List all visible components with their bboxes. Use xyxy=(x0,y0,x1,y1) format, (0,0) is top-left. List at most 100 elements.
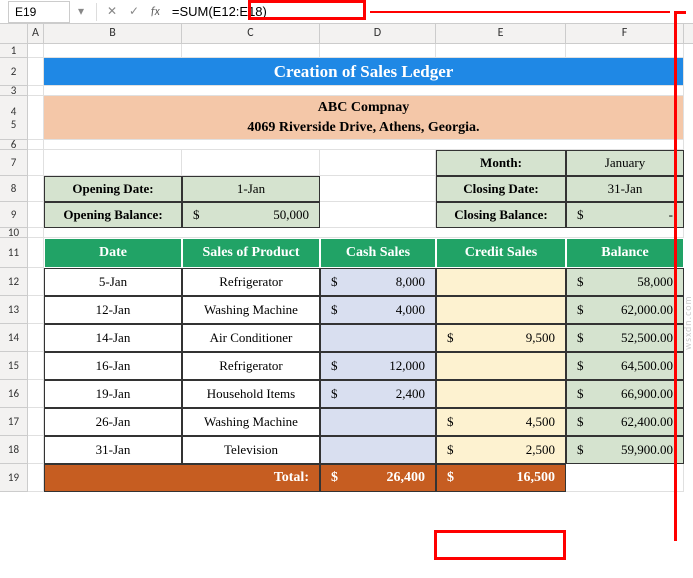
closing-balance-label[interactable]: Closing Balance: xyxy=(436,202,566,228)
cell[interactable] xyxy=(44,150,182,176)
cell-balance[interactable]: $64,500.00 xyxy=(566,352,684,380)
enter-icon[interactable]: ✓ xyxy=(123,4,145,19)
cell-balance[interactable]: $62,400.00 xyxy=(566,408,684,436)
cell[interactable] xyxy=(28,436,44,464)
cell[interactable] xyxy=(28,464,44,492)
cell[interactable] xyxy=(28,58,44,86)
cell-product[interactable]: Refrigerator xyxy=(182,268,320,296)
name-box-dropdown-icon[interactable]: ▾ xyxy=(70,4,92,19)
row-header-6[interactable]: 6 xyxy=(0,140,28,150)
th-cash[interactable]: Cash Sales xyxy=(320,238,436,268)
col-header-C[interactable]: C xyxy=(182,24,320,43)
cell-balance[interactable]: $59,900.00 xyxy=(566,436,684,464)
cell-cash[interactable] xyxy=(320,324,436,352)
closing-date-value[interactable]: 31-Jan xyxy=(566,176,684,202)
cell-credit[interactable]: $9,500 xyxy=(436,324,566,352)
col-header-E[interactable]: E xyxy=(436,24,566,43)
row-header-8[interactable]: 8 xyxy=(0,176,28,202)
cell[interactable] xyxy=(320,150,436,176)
cell-credit[interactable]: $2,500 xyxy=(436,436,566,464)
row-header[interactable]: 14 xyxy=(0,324,28,352)
th-credit[interactable]: Credit Sales xyxy=(436,238,566,268)
cell-cash[interactable]: $12,000 xyxy=(320,352,436,380)
cell[interactable] xyxy=(28,324,44,352)
cell-date[interactable]: 26-Jan xyxy=(44,408,182,436)
cell[interactable] xyxy=(44,228,684,238)
row-header-3[interactable]: 3 xyxy=(0,86,28,96)
row-header-7[interactable]: 7 xyxy=(0,150,28,176)
month-value[interactable]: January xyxy=(566,150,684,176)
row-header-19[interactable]: 19 xyxy=(0,464,28,492)
col-header-F[interactable]: F xyxy=(566,24,684,43)
row-header-11[interactable]: 11 xyxy=(0,238,28,268)
cell-cash[interactable]: $2,400 xyxy=(320,380,436,408)
row-header[interactable]: 13 xyxy=(0,296,28,324)
th-date[interactable]: Date xyxy=(44,238,182,268)
cell[interactable] xyxy=(28,140,44,150)
company-cell[interactable]: ABC Compnay4069 Riverside Drive, Athens,… xyxy=(44,96,684,140)
cell[interactable] xyxy=(28,150,44,176)
cell[interactable] xyxy=(566,464,684,492)
cell[interactable] xyxy=(28,296,44,324)
cell[interactable] xyxy=(28,380,44,408)
row-header[interactable]: 12 xyxy=(0,268,28,296)
cell[interactable] xyxy=(320,202,436,228)
cell-product[interactable]: Air Conditioner xyxy=(182,324,320,352)
cell-balance[interactable]: $52,500.00 xyxy=(566,324,684,352)
cell-date[interactable]: 5-Jan xyxy=(44,268,182,296)
cell-credit[interactable] xyxy=(436,268,566,296)
cell-cash[interactable]: $4,000 xyxy=(320,296,436,324)
cell-cash[interactable] xyxy=(320,436,436,464)
opening-balance-label[interactable]: Opening Balance: xyxy=(44,202,182,228)
month-label[interactable]: Month: xyxy=(436,150,566,176)
total-cash[interactable]: $26,400 xyxy=(320,464,436,492)
cell-date[interactable]: 31-Jan xyxy=(44,436,182,464)
opening-date-value[interactable]: 1-Jan xyxy=(182,176,320,202)
fx-icon[interactable]: fx xyxy=(151,5,160,19)
cell[interactable] xyxy=(182,44,320,58)
cell[interactable] xyxy=(320,176,436,202)
row-header[interactable]: 18 xyxy=(0,436,28,464)
cell-product[interactable]: Washing Machine xyxy=(182,296,320,324)
cell[interactable] xyxy=(436,44,566,58)
th-product[interactable]: Sales of Product xyxy=(182,238,320,268)
cancel-icon[interactable]: ✕ xyxy=(101,4,123,19)
cell-cash[interactable]: $8,000 xyxy=(320,268,436,296)
name-box[interactable] xyxy=(8,1,70,23)
cell-balance[interactable]: $58,000 xyxy=(566,268,684,296)
title-cell[interactable]: Creation of Sales Ledger xyxy=(44,58,684,86)
cell-date[interactable]: 16-Jan xyxy=(44,352,182,380)
cell-cash[interactable] xyxy=(320,408,436,436)
opening-date-label[interactable]: Opening Date: xyxy=(44,176,182,202)
cell-balance[interactable]: $62,000.00 xyxy=(566,296,684,324)
col-header-D[interactable]: D xyxy=(320,24,436,43)
cell-date[interactable]: 14-Jan xyxy=(44,324,182,352)
cell[interactable] xyxy=(28,228,44,238)
select-all-corner[interactable] xyxy=(0,24,28,43)
cell[interactable] xyxy=(44,140,684,150)
cell[interactable] xyxy=(320,44,436,58)
cell[interactable] xyxy=(28,86,44,96)
cell-date[interactable]: 19-Jan xyxy=(44,380,182,408)
cell-credit[interactable] xyxy=(436,352,566,380)
cell-credit[interactable] xyxy=(436,380,566,408)
cell-product[interactable]: Refrigerator xyxy=(182,352,320,380)
row-header-1[interactable]: 1 xyxy=(0,44,28,58)
cell[interactable] xyxy=(28,96,44,140)
cell-product[interactable]: Washing Machine xyxy=(182,408,320,436)
cell[interactable] xyxy=(28,238,44,268)
col-header-B[interactable]: B xyxy=(44,24,182,43)
cell[interactable] xyxy=(44,44,182,58)
total-credit[interactable]: $16,500 xyxy=(436,464,566,492)
row-header[interactable]: 17 xyxy=(0,408,28,436)
cell-product[interactable]: Television xyxy=(182,436,320,464)
th-balance[interactable]: Balance xyxy=(566,238,684,268)
cell[interactable] xyxy=(182,150,320,176)
cell-product[interactable]: Household Items xyxy=(182,380,320,408)
closing-date-label[interactable]: Closing Date: xyxy=(436,176,566,202)
closing-balance-value[interactable]: $- xyxy=(566,202,684,228)
cell[interactable] xyxy=(28,408,44,436)
total-label[interactable]: Total: xyxy=(44,464,320,492)
cell-date[interactable]: 12-Jan xyxy=(44,296,182,324)
col-header-A[interactable]: A xyxy=(28,24,44,43)
